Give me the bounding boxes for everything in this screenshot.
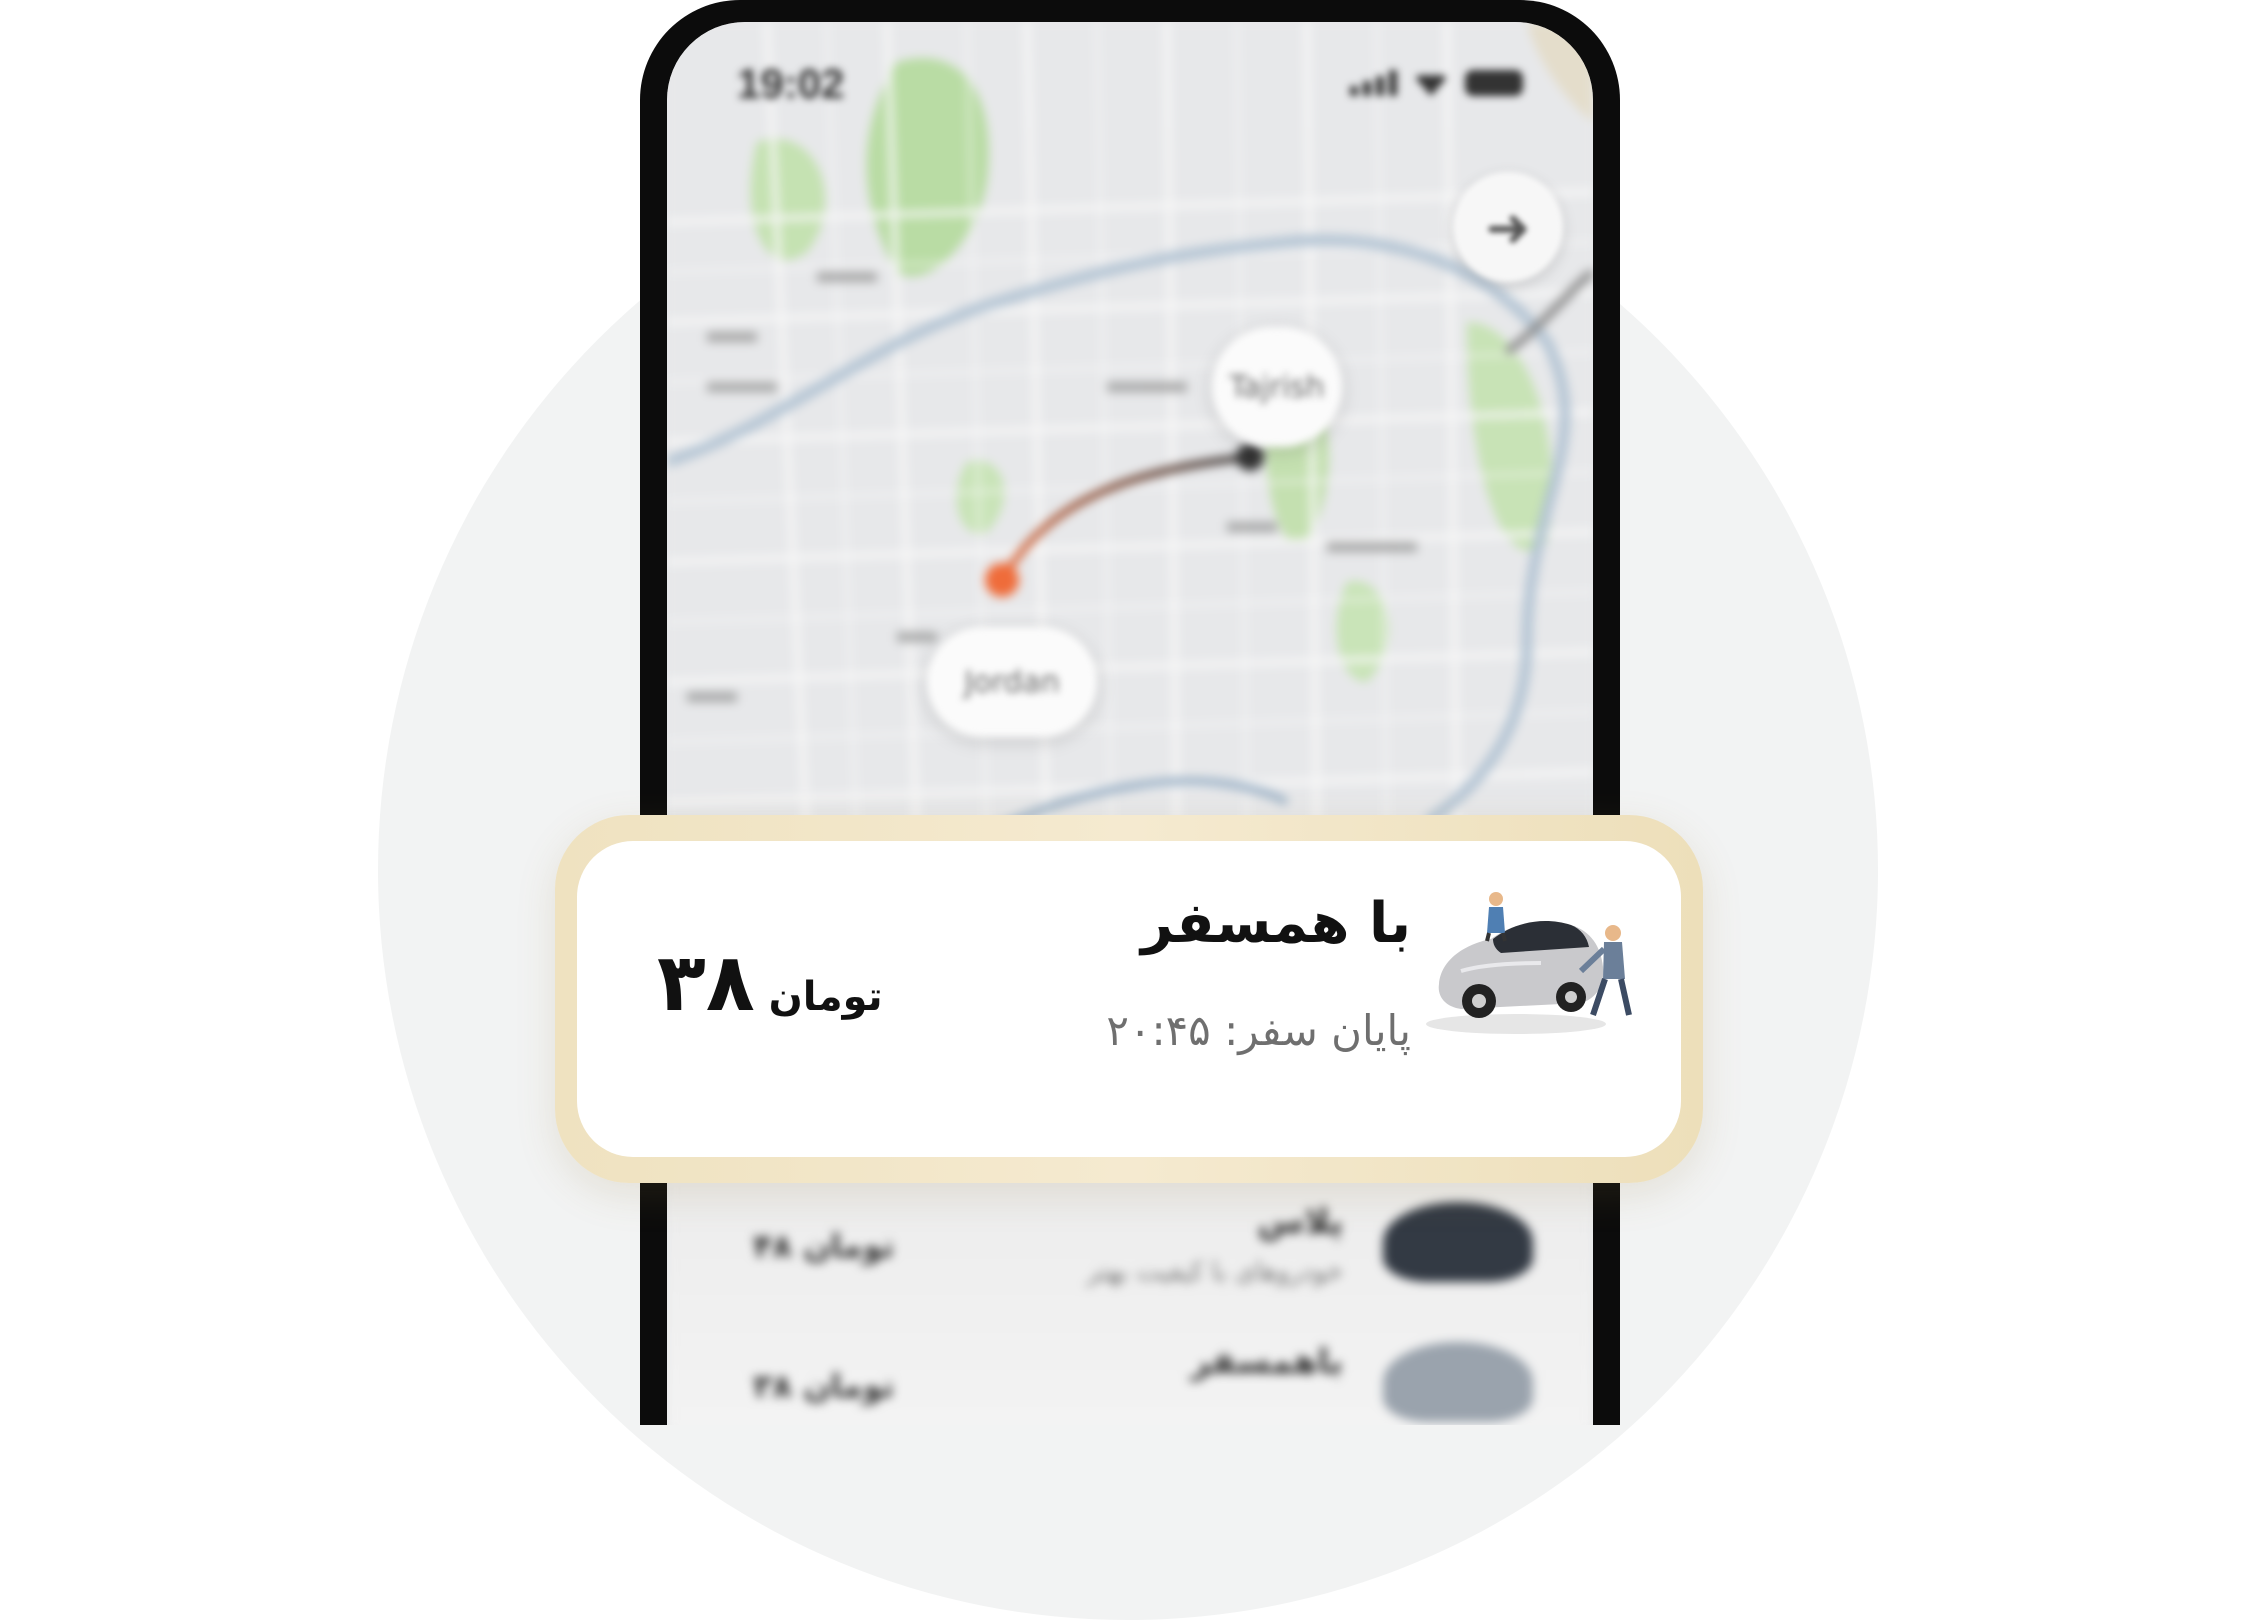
destination-label: Tajrish (1229, 369, 1325, 405)
ride-option-title: باهمسفر (1190, 1342, 1343, 1382)
ride-card-price: ۳۸ تومان (657, 936, 883, 1029)
shared-ride-car-icon (1426, 892, 1632, 1034)
ride-option-row[interactable]: پلاس خودروهای با کیفیت بهتر ۴۸ تومان (733, 1202, 1533, 1312)
wifi-icon (1413, 75, 1449, 96)
ride-options-sheet: پلاس خودروهای با کیفیت بهتر ۴۸ تومان باه… (667, 1172, 1593, 1425)
battery-icon (1465, 70, 1523, 96)
ride-card-subtitle: پایان سفر: ۲۰:۴۵ (1106, 1006, 1411, 1055)
price-unit: تومان (768, 974, 883, 1020)
ride-card-frame: با همسفر پایان سفر: ۲۰:۴۵ ۳۸ تومان (555, 815, 1703, 1183)
ride-option-price: ۴۸ تومان (753, 1227, 895, 1265)
price-value: ۳۸ (657, 936, 755, 1029)
origin-label: Jordan (964, 664, 1060, 700)
phone-screen: 19:02 ➜ Tajrish Jordan پلاس خودروهای با … (667, 22, 1593, 1425)
origin-marker-label[interactable]: Jordan (927, 627, 1097, 737)
status-bar: 19:02 (667, 22, 1593, 142)
ride-option-card[interactable]: با همسفر پایان سفر: ۲۰:۴۵ ۳۸ تومان (577, 841, 1681, 1157)
phone-mockup: 19:02 ➜ Tajrish Jordan پلاس خودروهای با … (640, 0, 1620, 1425)
ride-option-title: پلاس (1257, 1202, 1344, 1242)
car-thumbnail-icon (1383, 1342, 1533, 1422)
signal-icon (1350, 70, 1397, 96)
status-icons (1350, 70, 1523, 96)
location-arrow-button[interactable]: ➜ (1453, 172, 1563, 282)
car-thumbnail-icon (1383, 1202, 1533, 1282)
ride-card-title: با همسفر (1140, 891, 1411, 956)
destination-marker-label[interactable]: Tajrish (1212, 327, 1342, 447)
location-arrow-icon: ➜ (1485, 195, 1531, 259)
status-time: 19:02 (737, 60, 845, 107)
ride-option-row[interactable]: باهمسفر ۳۸ تومان (733, 1342, 1533, 1425)
ride-option-subtitle: خودروهای با کیفیت بهتر (1086, 1257, 1343, 1287)
ride-option-price: ۳۸ تومان (753, 1367, 895, 1405)
